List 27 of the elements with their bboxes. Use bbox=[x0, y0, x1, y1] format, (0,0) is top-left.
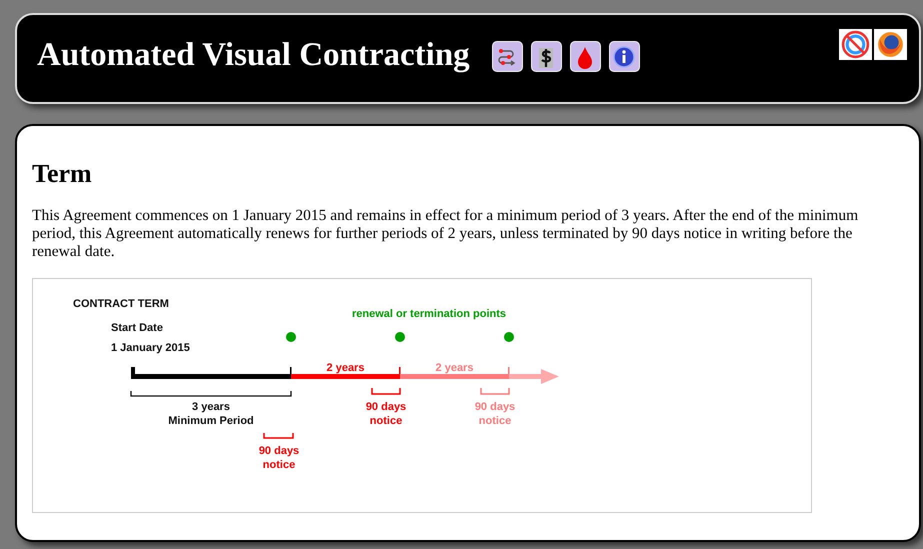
notice-label: 90 days notice bbox=[474, 401, 516, 427]
continuation-arrow bbox=[509, 369, 559, 384]
term-paragraph: This Agreement commences on 1 January 2015 and remains in effect for a minimum period of 3 years. After the end of the minimum period, this Agreement automatically renews for further periods of 2 years, unless terminated by 90 days notice in writing before the renewal date. bbox=[32, 207, 860, 261]
renewal-point bbox=[395, 332, 405, 342]
notice-bracket bbox=[371, 388, 401, 395]
dollar-icon[interactable] bbox=[530, 41, 562, 72]
info-icon[interactable] bbox=[608, 41, 640, 72]
notice-label: 90 days notice bbox=[366, 401, 406, 427]
points-label: renewal or termination points bbox=[352, 308, 506, 320]
period-caption: Minimum Period bbox=[168, 415, 254, 427]
period-label: 2 years bbox=[326, 362, 364, 374]
diagram-title: CONTRACT TERM bbox=[73, 298, 169, 310]
no-browser-icon bbox=[839, 29, 872, 60]
start-date: 1 January 2015 bbox=[111, 342, 190, 354]
flow-arrows-icon[interactable] bbox=[492, 41, 523, 72]
section-heading: Term bbox=[32, 159, 93, 189]
browser-logo-icon bbox=[874, 29, 907, 60]
period-label: 2 years bbox=[436, 362, 474, 374]
notice-label: 90 days notice bbox=[258, 445, 300, 471]
renewal-point bbox=[286, 332, 296, 342]
drop-icon[interactable] bbox=[570, 41, 601, 72]
renewal-point bbox=[504, 332, 514, 342]
app-title: Automated Visual Contracting bbox=[37, 36, 470, 75]
notice-bracket bbox=[263, 433, 294, 439]
notice-bracket bbox=[480, 388, 510, 395]
start-label: Start Date bbox=[111, 322, 163, 334]
period-label: 3 years bbox=[192, 401, 230, 413]
